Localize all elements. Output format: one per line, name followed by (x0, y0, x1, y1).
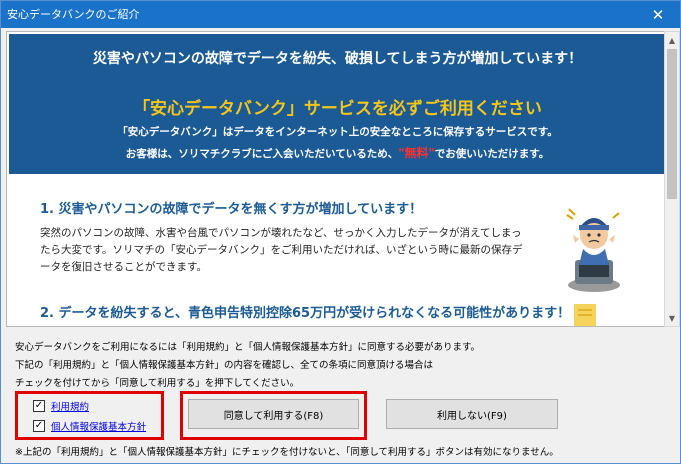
banner-free-notice: お客様は、ソリマチクラブにご入会いただいているため、"無料"でお使いいただけます… (9, 144, 666, 161)
banner-free-before: お客様は、ソリマチクラブにご入会いただいているため、 (125, 148, 399, 160)
notice-line-3: チェックを付けてから「同意して利用する」を押下してください。 (15, 378, 300, 389)
banner-description: 「安心データバンク」はデータをインターネット上の安全なところに保存するサービスで… (117, 126, 558, 138)
do-not-use-button[interactable]: 利用しない(F9) (386, 399, 558, 429)
content-scroll-area[interactable]: 災害やパソコンの故障でデータを紛失、破損してしまう方が増加しています！ 「安心デ… (6, 31, 669, 327)
banner-headline: 「安心データバンク」サービスを必ずご利用ください (133, 99, 542, 119)
privacy-checkbox-row[interactable]: ✓ 個人情報保護基本方針 (33, 419, 146, 433)
worried-technician-illustration (566, 208, 620, 292)
scroll-up-arrow-icon[interactable]: ▲ (665, 32, 679, 48)
document-illustration (574, 304, 596, 326)
banner-warning-text: 災害やパソコンの故障でデータを紛失、破損してしまう方が増加しています！ (92, 51, 583, 67)
window-title: 安心データバンクのご紹介 (7, 8, 140, 21)
promo-banner: 災害やパソコンの故障でデータを紛失、破損してしまう方が増加しています！ 「安心デ… (9, 34, 666, 174)
notice-line-2: 下記の「利用規約」と「個人情報保護基本方針」の内容を確認し、全ての条項に同意頂け… (15, 360, 434, 371)
section1-title: 1. 災害やパソコンの故障でデータを無くす方が増加しています！ (40, 202, 423, 217)
terms-checkbox-row[interactable]: ✓ 利用規約 (33, 399, 89, 413)
scroll-thumb[interactable] (667, 49, 677, 199)
content-scrollbar[interactable]: ▲ ▼ (664, 31, 680, 327)
terms-link[interactable]: 利用規約 (51, 399, 89, 413)
privacy-policy-link[interactable]: 個人情報保護基本方針 (51, 419, 146, 433)
dialog-window: 安心データバンクのご紹介 ✕ 災害やパソコンの故障でデータを紛失、破損してしまう… (0, 0, 681, 464)
section1-body: 突然のパソコンの故障、水害や台風でパソコンが壊れたなど、せっかく入力したデータが… (40, 227, 523, 273)
privacy-checkbox[interactable]: ✓ (33, 420, 45, 432)
agree-and-use-button[interactable]: 同意して利用する(F8) (188, 399, 359, 429)
section2-title: 2. データを紛失すると、青色申告特別控除65万円が受けられなくなる可能性があり… (40, 306, 571, 321)
notice-line-1: 安心データバンクをご利用になるには「利用規約」と「個人情報保護基本方針」に同意す… (15, 342, 481, 353)
banner-free-after: でお使いいただけます。 (434, 148, 550, 160)
title-bar: 安心データバンクのご紹介 ✕ (1, 1, 680, 28)
banner-free-word: "無料" (398, 146, 435, 160)
terms-checkbox[interactable]: ✓ (33, 400, 45, 412)
footnote: ※上記の「利用規約」と「個人情報保護基本方針」にチェックを付けないと、「同意して… (15, 447, 559, 458)
close-button[interactable]: ✕ (636, 1, 680, 28)
scroll-down-arrow-icon[interactable]: ▼ (665, 310, 679, 326)
